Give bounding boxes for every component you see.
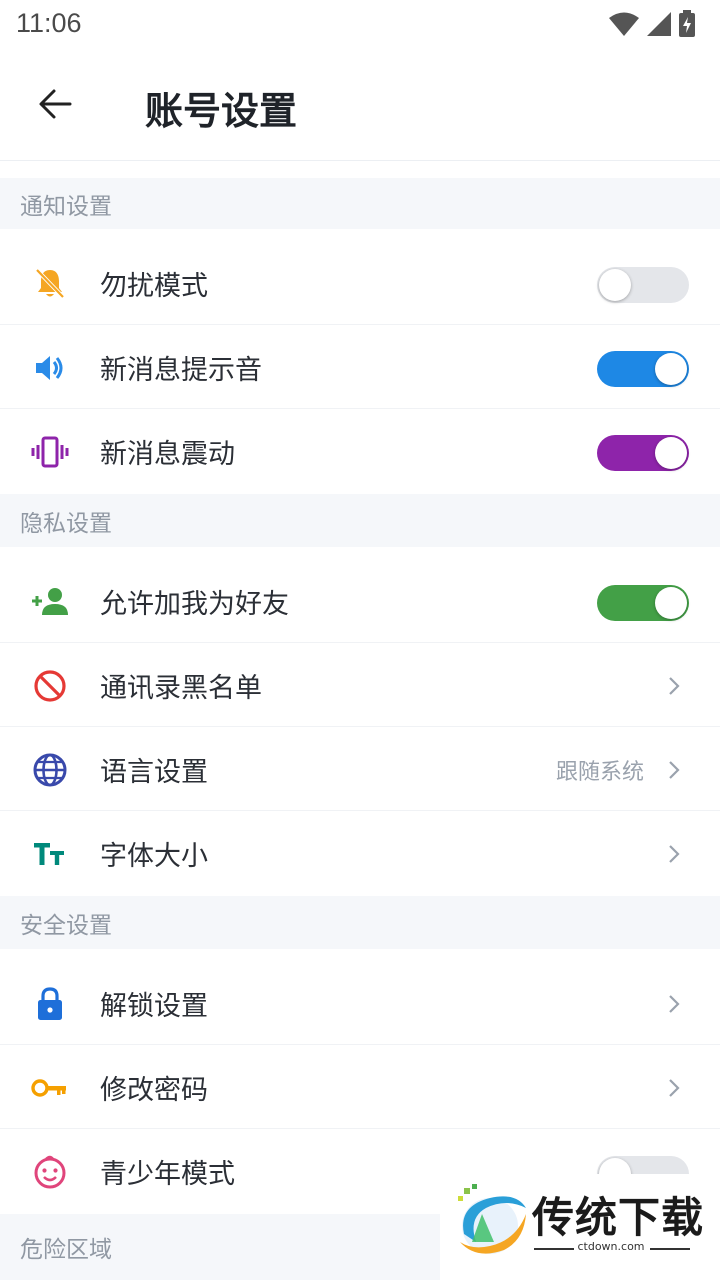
block-icon — [34, 670, 66, 702]
watermark-brand: 传统下载 — [532, 1193, 705, 1242]
section-title: 隐私设置 — [20, 510, 112, 537]
row-label: 新消息提示音 — [100, 355, 262, 386]
bell-off-icon — [35, 268, 65, 299]
section-title: 危险区域 — [20, 1237, 112, 1263]
text-size-icon — [34, 843, 64, 865]
row-message-sound[interactable]: 新消息提示音 — [0, 326, 720, 409]
wifi-icon — [609, 12, 639, 36]
row-allow-friend[interactable]: 允许加我为好友 — [0, 560, 720, 643]
row-change-password[interactable]: 修改密码 — [0, 1046, 720, 1129]
row-label: 勿扰模式 — [100, 271, 208, 302]
watermark-logo-icon — [458, 1184, 526, 1254]
row-blacklist[interactable]: 通讯录黑名单 — [0, 644, 720, 727]
status-bar: 11:06 — [0, 0, 720, 50]
watermark-logo: 传统下载 ctdown.com — [440, 1174, 720, 1280]
globe-icon — [33, 753, 67, 787]
row-label: 修改密码 — [100, 1075, 208, 1106]
allow-friend-toggle[interactable] — [597, 585, 689, 621]
section-title: 安全设置 — [20, 912, 112, 939]
section-header-privacy: 隐私设置 — [0, 494, 720, 547]
speaker-icon — [36, 356, 63, 380]
row-font-size[interactable]: 字体大小 — [0, 812, 720, 895]
section-header-security: 安全设置 — [0, 896, 720, 949]
lock-icon — [38, 987, 62, 1020]
section-title: 通知设置 — [20, 193, 112, 220]
person-add-icon — [32, 588, 68, 615]
vibrate-toggle[interactable] — [597, 435, 689, 471]
toggle-knob — [599, 269, 631, 301]
toggle-knob — [655, 353, 687, 385]
row-label: 新消息震动 — [100, 439, 235, 470]
battery-icon — [679, 10, 695, 37]
vibration-icon — [31, 436, 69, 468]
row-label: 解锁设置 — [100, 991, 208, 1022]
chevron-right-icon — [669, 1079, 680, 1097]
row-label: 字体大小 — [100, 841, 208, 872]
watermark-line-right — [650, 1248, 690, 1250]
toggle-knob — [655, 437, 687, 469]
chevron-right-icon — [669, 761, 680, 779]
chevron-right-icon — [669, 845, 680, 863]
dnd-toggle[interactable] — [597, 267, 689, 303]
row-label: 通讯录黑名单 — [100, 673, 262, 704]
key-icon — [31, 1079, 66, 1097]
chevron-right-icon — [669, 995, 680, 1013]
language-value: 跟随系统 — [555, 760, 644, 785]
page-title: 账号设置 — [145, 89, 298, 133]
row-unlock-settings[interactable]: 解锁设置 — [0, 962, 720, 1045]
row-message-vibrate[interactable]: 新消息震动 — [0, 410, 720, 493]
row-label: 青少年模式 — [100, 1159, 235, 1190]
child-face-icon — [34, 1155, 66, 1189]
sound-toggle[interactable] — [597, 351, 689, 387]
row-label: 语言设置 — [100, 757, 208, 788]
cellular-signal-icon — [647, 12, 671, 36]
status-time: 11:06 — [16, 8, 82, 38]
toggle-knob — [655, 587, 687, 619]
app-bar: 账号设置 — [0, 50, 720, 161]
watermark-domain: ctdown.com — [577, 1240, 645, 1253]
back-arrow-icon[interactable] — [32, 80, 80, 128]
row-label: 允许加我为好友 — [100, 589, 289, 620]
row-do-not-disturb[interactable]: 勿扰模式 — [0, 242, 720, 325]
status-icons — [608, 10, 696, 38]
chevron-right-icon — [669, 677, 680, 695]
section-header-notify: 通知设置 — [0, 178, 720, 229]
row-language[interactable]: 语言设置 跟随系统 — [0, 728, 720, 811]
